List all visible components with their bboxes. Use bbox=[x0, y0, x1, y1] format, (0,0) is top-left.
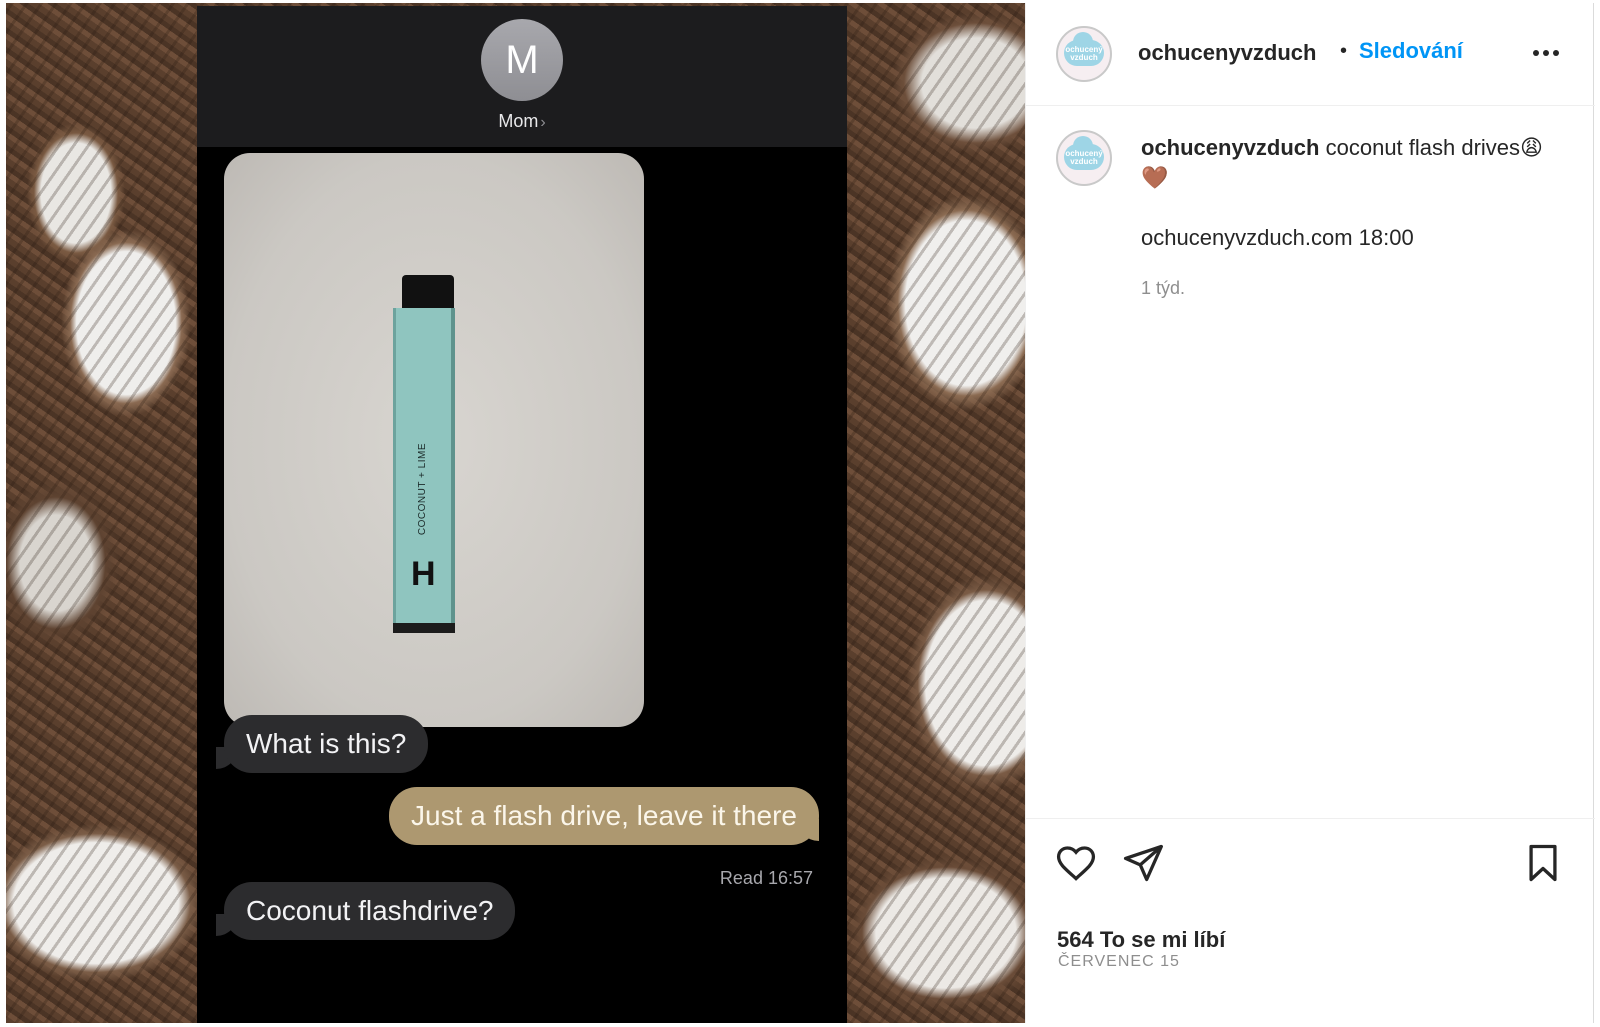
post-side-panel: ochucený vzduch ochucenyvzduch • Sledová… bbox=[1025, 3, 1595, 1023]
instagram-post-frame: M Mom › COCONUT + LIME H What is this? Ju… bbox=[0, 0, 1600, 1027]
post-actions: 564 To se mi líbí bbox=[1026, 818, 1595, 1023]
caption-timestamp[interactable]: 1 týd. bbox=[1141, 278, 1185, 299]
contact-name-label: Mom bbox=[498, 111, 539, 131]
message-bubble-outgoing: Just a flash drive, leave it there bbox=[389, 787, 819, 845]
device-label: COCONUT + LIME bbox=[417, 443, 428, 536]
contact-name: Mom › bbox=[197, 111, 847, 132]
post-caption: ochucenyvzduch coconut flash drives😩🤎 bbox=[1141, 133, 1561, 193]
caption-link-line: ochucenyvzduch.com 18:00 bbox=[1141, 225, 1414, 250]
like-count[interactable]: 564 To se mi líbí bbox=[1057, 927, 1225, 953]
avatar-logo-text: ochucený vzduch bbox=[1058, 150, 1110, 166]
avatar-logo-text: ochucený vzduch bbox=[1058, 46, 1110, 62]
flash-drive-photo: COCONUT + LIME H bbox=[224, 153, 644, 727]
post-date: ČERVENEC 15 bbox=[1058, 953, 1180, 970]
device-bottom bbox=[393, 623, 455, 633]
heart-icon[interactable] bbox=[1054, 841, 1098, 885]
message-bubble-incoming: What is this? bbox=[224, 715, 429, 773]
contact-avatar: M bbox=[481, 19, 563, 101]
device-logo: H bbox=[411, 555, 436, 593]
caption-username[interactable]: ochucenyvzduch bbox=[1141, 135, 1319, 160]
header-username[interactable]: ochucenyvzduch bbox=[1138, 40, 1316, 66]
profile-avatar[interactable]: ochucený vzduch bbox=[1056, 26, 1112, 82]
avatar-logo-line2: vzduch bbox=[1070, 53, 1098, 62]
caption-avatar[interactable]: ochucený vzduch bbox=[1056, 130, 1112, 186]
chevron-right-icon: › bbox=[540, 114, 546, 131]
message-screenshot: M Mom › COCONUT + LIME H What is this? Ju… bbox=[197, 6, 847, 1023]
device-cap bbox=[402, 275, 454, 309]
read-receipt: Read 16:57 bbox=[719, 868, 813, 888]
avatar-logo-line2: vzduch bbox=[1070, 157, 1098, 166]
more-options-icon[interactable] bbox=[1526, 33, 1566, 73]
message-bubble-incoming: Coconut flashdrive? bbox=[224, 882, 516, 940]
conversation-header: M Mom › bbox=[197, 6, 847, 147]
follow-button[interactable]: Sledování bbox=[1359, 38, 1463, 64]
post-header: ochucený vzduch ochucenyvzduch • Sledová… bbox=[1026, 3, 1595, 106]
separator-dot: • bbox=[1340, 40, 1348, 62]
paper-plane-icon[interactable] bbox=[1121, 841, 1165, 885]
bookmark-icon[interactable] bbox=[1521, 841, 1565, 885]
post-media[interactable]: M Mom › COCONUT + LIME H What is this? Ju… bbox=[6, 3, 1025, 1023]
